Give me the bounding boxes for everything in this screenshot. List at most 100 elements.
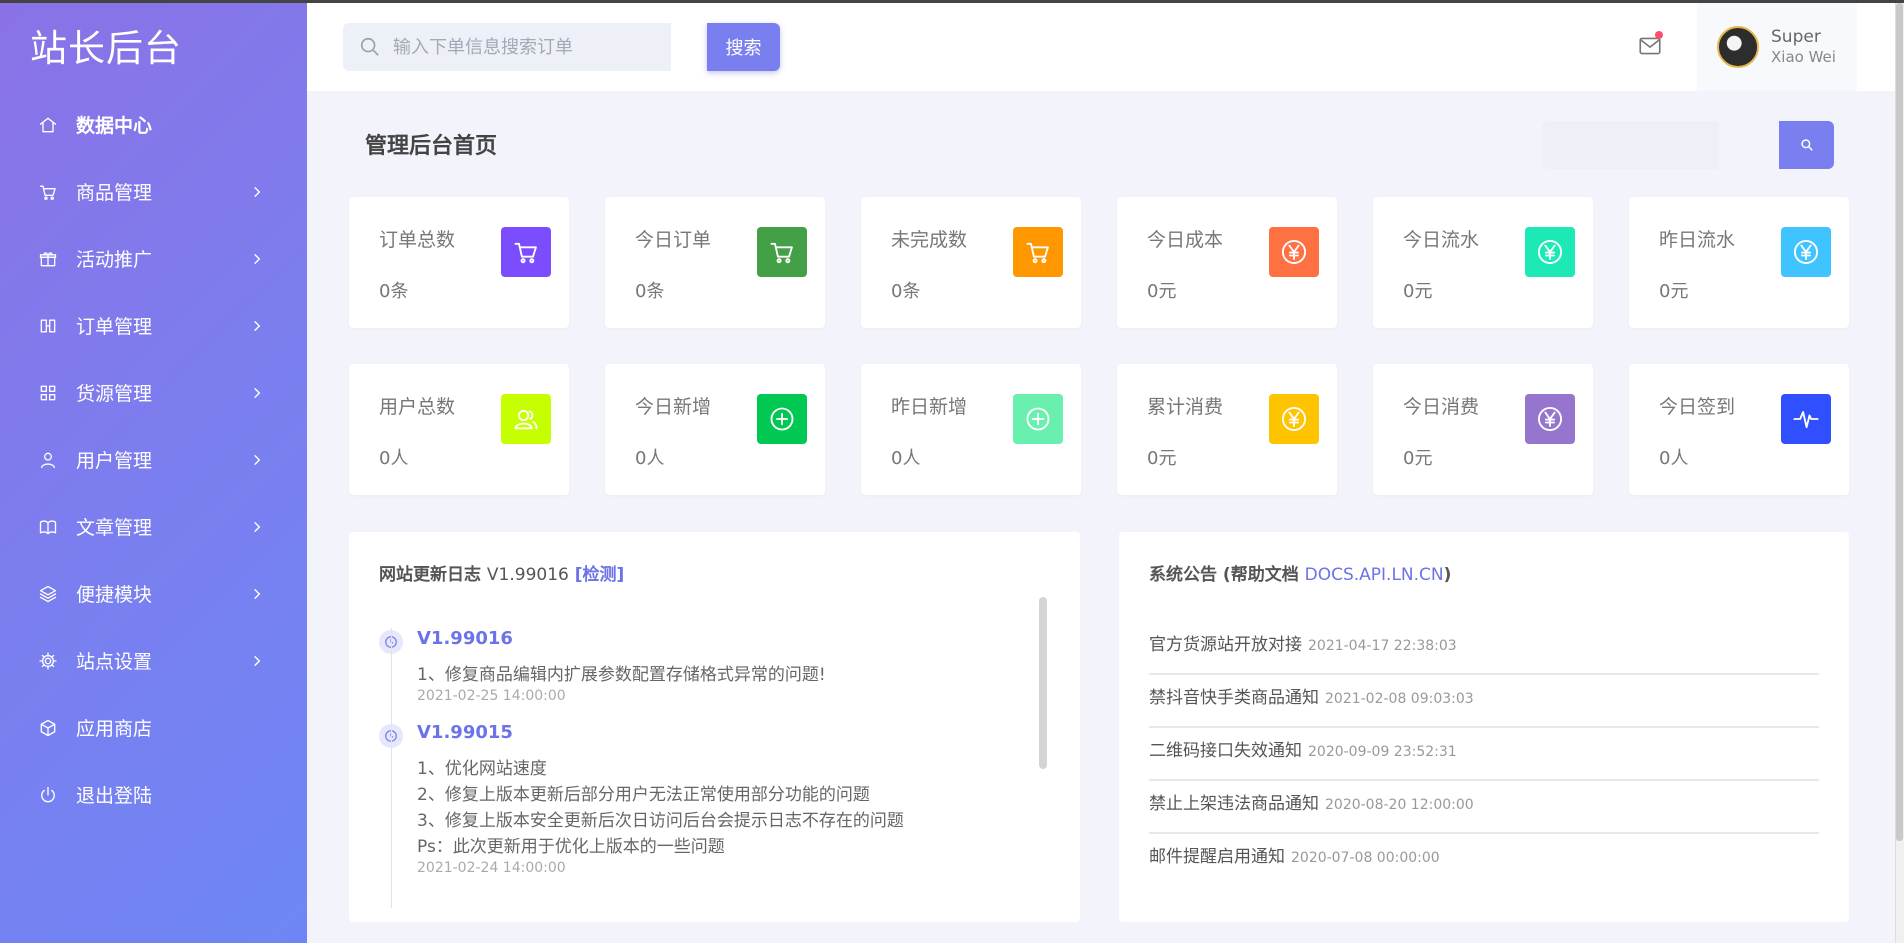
stat-icon-badge (757, 227, 807, 277)
stat-value: 0元 (1147, 448, 1177, 469)
search-button[interactable]: 搜索 (707, 23, 780, 71)
stat-title: 今日签到 (1659, 396, 1736, 418)
log-date: 2021-02-24 14:00:00 (417, 860, 566, 876)
sidebar: 站长后台 数据中心 商品管理 活动推广 订单管理 货源管理 用户管理 文章管理 便捷模块 站点设… (0, 0, 307, 943)
sidebar-item-9[interactable]: 应用商店 (0, 694, 307, 761)
stat-title: 今日消费 (1403, 396, 1480, 418)
stat-icon-badge (1781, 394, 1831, 444)
stat-value: 0元 (1147, 281, 1177, 302)
nav-icon (38, 182, 58, 202)
stat-icon-badge (757, 394, 807, 444)
stat-card: 订单总数 0条 (349, 197, 569, 328)
sidebar-item-10[interactable]: 退出登陆 (0, 761, 307, 828)
search-icon (360, 37, 379, 56)
notice-item-title: 官方货源站开放对接 (1149, 635, 1302, 655)
sidebar-item-0[interactable]: 数据中心 (0, 91, 307, 158)
box-icon (40, 719, 56, 736)
sidebar-item-label: 数据中心 (76, 115, 153, 137)
notice-item[interactable]: 二维码接口失效通知 2020-09-09 23:52:31 (1149, 728, 1819, 781)
notice-item[interactable]: 禁抖音快手类商品通知 2021-02-08 09:03:03 (1149, 675, 1819, 728)
stat-card: 今日新增 0人 (605, 364, 825, 495)
plus-circle-icon (1026, 407, 1050, 431)
stat-value: 0元 (1659, 281, 1689, 302)
sidebar-item-8[interactable]: 站点设置 (0, 627, 307, 694)
sidebar-item-3[interactable]: 订单管理 (0, 292, 307, 359)
sidebar-item-6[interactable]: 文章管理 (0, 493, 307, 560)
stat-card: 昨日新增 0人 (861, 364, 1081, 495)
notice-list[interactable]: 官方货源站开放对接 2021-04-17 22:38:03 禁抖音快手类商品通知 20… (1119, 622, 1849, 882)
yen-icon (1537, 406, 1563, 432)
sidebar-item-1[interactable]: 商品管理 (0, 158, 307, 225)
home-icon (39, 117, 57, 132)
notice-heading: 系统公告 (帮助文档 (1149, 565, 1305, 585)
stat-title: 今日订单 (635, 229, 712, 251)
cart-icon (39, 185, 56, 200)
page-scrollbar-thumb[interactable] (1896, 3, 1903, 841)
cart-icon (770, 242, 793, 264)
stat-title: 用户总数 (379, 396, 456, 418)
yen-icon (1537, 239, 1563, 265)
quick-search-input[interactable] (1542, 121, 1719, 169)
columns-icon (40, 319, 56, 332)
chevron-right-icon (250, 251, 264, 265)
chevron-right-icon (250, 385, 264, 399)
log-version: V1.99015 (417, 722, 513, 743)
stat-value: 0条 (891, 281, 921, 302)
yen-icon (1281, 239, 1307, 265)
nav-icon (38, 249, 58, 269)
nav-icon (38, 584, 58, 604)
stat-icon-badge (1781, 227, 1831, 277)
notice-item[interactable]: 官方货源站开放对接 2021-04-17 22:38:03 (1149, 622, 1819, 675)
avatar (1717, 26, 1759, 68)
stat-icon-badge (1013, 227, 1063, 277)
stat-title: 昨日新增 (891, 396, 968, 418)
stat-value: 0条 (379, 281, 409, 302)
update-log-heading: 网站更新日志 (379, 565, 481, 585)
sidebar-item-7[interactable]: 便捷模块 (0, 560, 307, 627)
notice-title: 系统公告 (帮助文档 DOCS.API.LN.CN) (1149, 560, 1451, 585)
docs-link[interactable]: DOCS.API.LN.CN (1305, 565, 1444, 585)
stat-card: 今日消费 0元 (1373, 364, 1593, 495)
grid-icon (40, 385, 56, 400)
chevron-right-icon (250, 184, 264, 198)
user-name: Super (1771, 27, 1821, 47)
stat-card: 今日成本 0元 (1117, 197, 1337, 328)
order-search-input[interactable] (343, 23, 671, 71)
notice-item-date: 2020-08-20 12:00:00 (1325, 797, 1474, 813)
log-date: 2021-02-25 14:00:00 (417, 688, 566, 704)
sidebar-item-5[interactable]: 用户管理 (0, 426, 307, 493)
sidebar-item-2[interactable]: 活动推广 (0, 225, 307, 292)
update-log-scrollbar[interactable] (1039, 597, 1047, 769)
stat-card: 用户总数 0人 (349, 364, 569, 495)
chevron-right-icon (250, 519, 264, 533)
sidebar-item-label: 便捷模块 (76, 584, 153, 606)
sidebar-item-4[interactable]: 货源管理 (0, 359, 307, 426)
update-log-list[interactable]: V1.99016 1、修复商品编辑内扩展参数配置存储格式异常的问题! 2021-02… (379, 607, 1029, 907)
quick-search-button[interactable] (1779, 121, 1834, 169)
stat-title: 今日流水 (1403, 229, 1480, 251)
stat-title: 今日成本 (1147, 229, 1224, 251)
notice-item[interactable]: 邮件提醒启用通知 2020-07-08 00:00:00 (1149, 834, 1819, 882)
stat-icon-badge (1269, 227, 1319, 277)
users-icon (514, 409, 538, 430)
page-title: 管理后台首页 (365, 134, 498, 159)
stat-card: 未完成数 0条 (861, 197, 1081, 328)
stat-title: 未完成数 (891, 229, 968, 251)
window-top-border (0, 0, 1904, 3)
cart-icon (514, 242, 537, 264)
stat-title: 昨日流水 (1659, 229, 1736, 251)
user-icon (41, 452, 55, 468)
power-icon (41, 786, 55, 802)
stat-card: 今日订单 0条 (605, 197, 825, 328)
log-version: V1.99016 (417, 628, 513, 649)
chevron-right-icon (250, 586, 264, 600)
stat-value: 0人 (891, 448, 921, 469)
stat-title: 今日新增 (635, 396, 712, 418)
user-menu[interactable]: Super Xiao Wei (1697, 3, 1857, 91)
plus-circle-icon (770, 407, 794, 431)
notice-item[interactable]: 禁止上架违法商品通知 2020-08-20 12:00:00 (1149, 781, 1819, 834)
chevron-right-icon (250, 653, 264, 667)
stat-card: 今日流水 0元 (1373, 197, 1593, 328)
check-update-link[interactable]: [检测] (575, 565, 625, 585)
log-line: Ps：此次更新用于优化上版本的一些问题 (417, 837, 725, 857)
